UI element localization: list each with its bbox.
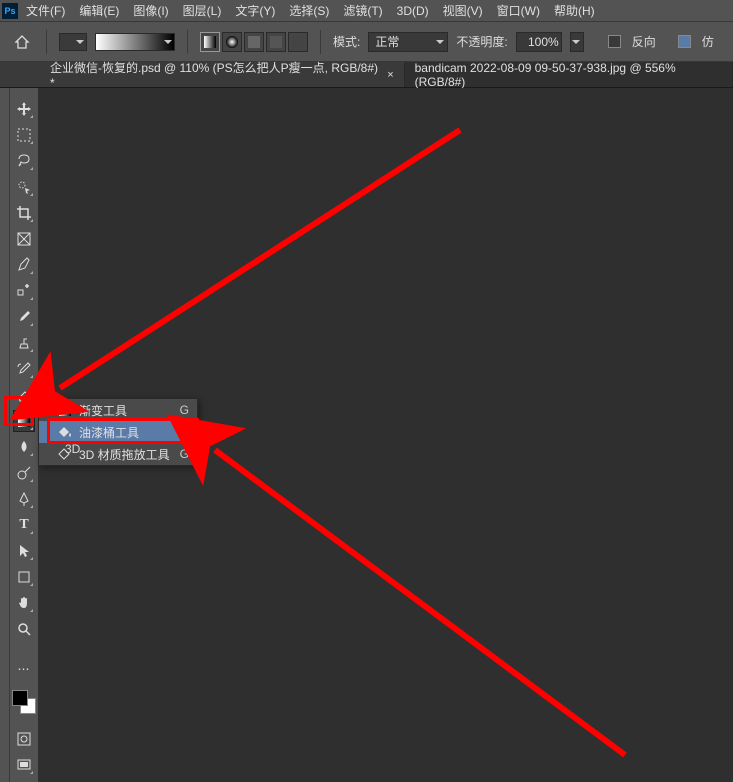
gradient-angle-button[interactable] bbox=[244, 32, 264, 52]
menu-3d[interactable]: 3D(D) bbox=[397, 4, 429, 18]
gradient-type-buttons bbox=[200, 32, 308, 52]
zoom-tool[interactable] bbox=[13, 618, 35, 640]
path-select-tool[interactable] bbox=[13, 540, 35, 562]
history-brush-tool[interactable] bbox=[13, 358, 35, 380]
gradient-reflected-button[interactable] bbox=[266, 32, 286, 52]
blur-tool[interactable] bbox=[13, 436, 35, 458]
healing-tool[interactable] bbox=[13, 280, 35, 302]
3d-material-icon: 3D bbox=[57, 447, 73, 461]
flyout-paint-bucket-tool[interactable]: 油漆桶工具 G bbox=[39, 421, 197, 443]
type-tool[interactable]: T bbox=[13, 514, 35, 536]
marquee-tool[interactable] bbox=[13, 124, 35, 146]
dither-checkbox[interactable] bbox=[678, 35, 691, 48]
crop-tool[interactable] bbox=[13, 202, 35, 224]
menubar: Ps 文件(F) 编辑(E) 图像(I) 图层(L) 文字(Y) 选择(S) 滤… bbox=[0, 0, 733, 22]
menu-window[interactable]: 窗口(W) bbox=[497, 2, 540, 19]
shape-tool[interactable] bbox=[13, 566, 35, 588]
frame-tool[interactable] bbox=[13, 228, 35, 250]
color-swatches[interactable] bbox=[12, 690, 36, 714]
gradient-tool[interactable] bbox=[13, 410, 35, 432]
opacity-input[interactable]: 100% bbox=[516, 32, 562, 52]
close-icon[interactable]: × bbox=[387, 69, 393, 81]
document-tab-1[interactable]: 企业微信-恢复的.psd @ 110% (PS怎么把人P瘦一点, RGB/8#)… bbox=[40, 62, 405, 87]
tools-panel: T ⋯ bbox=[10, 88, 38, 782]
left-gutter bbox=[0, 88, 10, 782]
clone-stamp-tool[interactable] bbox=[13, 332, 35, 354]
foreground-color-swatch[interactable] bbox=[59, 33, 87, 51]
pen-tool[interactable] bbox=[13, 488, 35, 510]
gradient-radial-button[interactable] bbox=[222, 32, 242, 52]
eyedropper-tool[interactable] bbox=[13, 254, 35, 276]
home-icon[interactable] bbox=[10, 30, 34, 54]
menu-help[interactable]: 帮助(H) bbox=[554, 2, 595, 19]
app-logo: Ps bbox=[2, 3, 18, 19]
dither-label: 仿 bbox=[702, 33, 714, 50]
lasso-tool[interactable] bbox=[13, 150, 35, 172]
screen-mode-toggle[interactable] bbox=[13, 754, 35, 776]
mode-select[interactable]: 正常 bbox=[368, 32, 448, 52]
menu-image[interactable]: 图像(I) bbox=[133, 2, 168, 19]
options-bar: 模式: 正常 不透明度: 100% 反向 仿 bbox=[0, 22, 733, 62]
quick-mask-toggle[interactable] bbox=[13, 728, 35, 750]
foreground-color[interactable] bbox=[12, 690, 28, 706]
menu-view[interactable]: 视图(V) bbox=[443, 2, 483, 19]
mode-label: 模式: bbox=[333, 33, 360, 50]
move-tool[interactable] bbox=[13, 98, 35, 120]
gradient-preview[interactable] bbox=[95, 33, 175, 51]
gradient-tool-flyout: 渐变工具 G 油漆桶工具 G 3D 3D 材质拖放工具 G bbox=[38, 398, 198, 466]
flyout-3d-material-tool[interactable]: 3D 3D 材质拖放工具 G bbox=[39, 443, 197, 465]
document-tabbar: 企业微信-恢复的.psd @ 110% (PS怎么把人P瘦一点, RGB/8#)… bbox=[0, 62, 733, 88]
gradient-linear-button[interactable] bbox=[200, 32, 220, 52]
menu-filter[interactable]: 滤镜(T) bbox=[343, 2, 382, 19]
menu-file[interactable]: 文件(F) bbox=[26, 2, 65, 19]
menu-edit[interactable]: 编辑(E) bbox=[79, 2, 119, 19]
paint-bucket-icon bbox=[57, 425, 73, 439]
document-tab-2[interactable]: bandicam 2022-08-09 09-50-37-938.jpg @ 5… bbox=[405, 62, 733, 87]
reverse-checkbox[interactable] bbox=[608, 35, 621, 48]
gradient-icon bbox=[57, 403, 73, 417]
menu-layer[interactable]: 图层(L) bbox=[183, 2, 222, 19]
eraser-tool[interactable] bbox=[13, 384, 35, 406]
opacity-dropdown[interactable] bbox=[570, 32, 584, 52]
gradient-diamond-button[interactable] bbox=[288, 32, 308, 52]
quick-select-tool[interactable] bbox=[13, 176, 35, 198]
opacity-label: 不透明度: bbox=[456, 33, 507, 50]
flyout-gradient-tool[interactable]: 渐变工具 G bbox=[39, 399, 197, 421]
hand-tool[interactable] bbox=[13, 592, 35, 614]
brush-tool[interactable] bbox=[13, 306, 35, 328]
edit-toolbar[interactable]: ⋯ bbox=[13, 658, 35, 680]
menu-select[interactable]: 选择(S) bbox=[289, 2, 329, 19]
menu-type[interactable]: 文字(Y) bbox=[235, 2, 275, 19]
reverse-label: 反向 bbox=[632, 33, 656, 50]
dodge-tool[interactable] bbox=[13, 462, 35, 484]
